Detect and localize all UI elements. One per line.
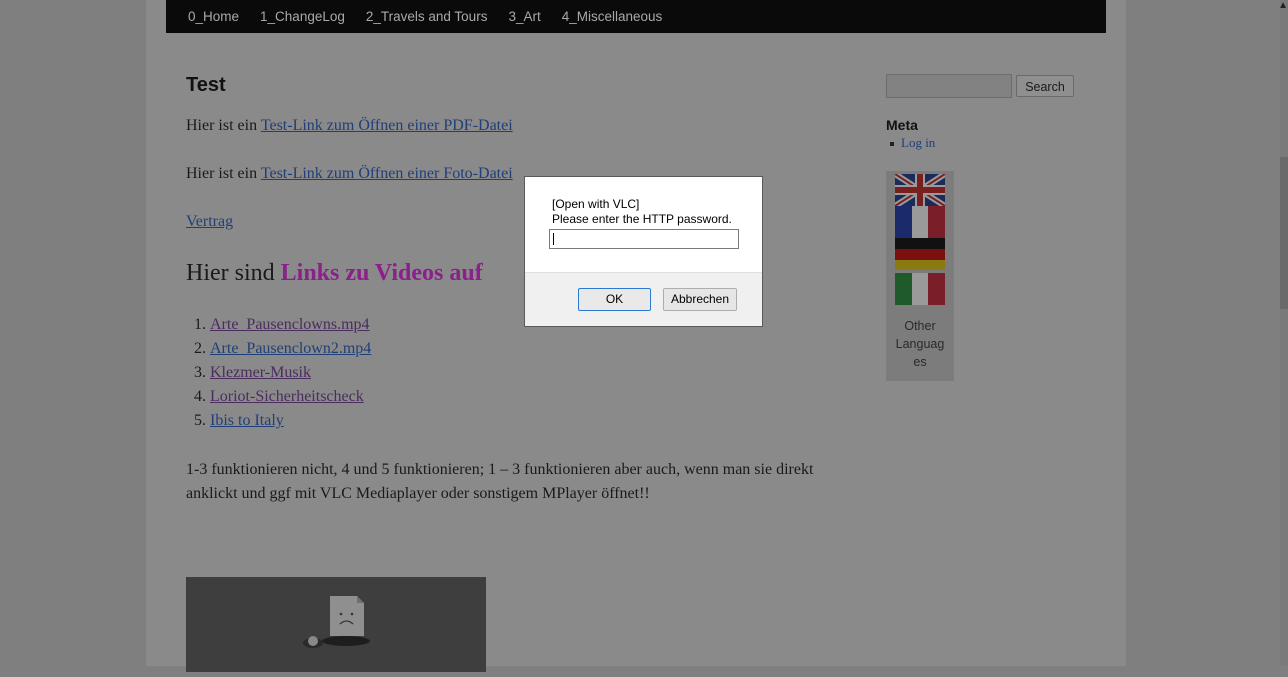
nav-item-art[interactable]: 3_Art: [508, 9, 540, 24]
italy-flag-icon[interactable]: [895, 273, 945, 305]
video-link-1[interactable]: Arte_Pausenclowns.mp4: [210, 316, 370, 333]
dialog-message: [Open with VLC] Please enter the HTTP pa…: [552, 197, 732, 227]
scrollbar-thumb[interactable]: [1280, 157, 1288, 309]
login-link[interactable]: Log in: [901, 135, 935, 150]
post-content: Test Hier ist ein Test-Link zum Öffnen e…: [186, 74, 826, 502]
password-input[interactable]: [549, 229, 739, 249]
vertrag-paragraph: Vertrag: [186, 210, 233, 234]
other-languages-line: es: [913, 355, 927, 369]
other-languages-label[interactable]: Other Languag es: [886, 317, 954, 371]
nav-item-home[interactable]: 0_Home: [188, 9, 239, 24]
http-password-dialog: [Open with VLC] Please enter the HTTP pa…: [524, 176, 763, 327]
nav-item-travels[interactable]: 2_Travels and Tours: [366, 9, 488, 24]
meta-heading: Meta: [886, 117, 918, 133]
login-item: Log in: [890, 135, 935, 151]
other-languages-line: Languag: [895, 337, 945, 351]
video-link-5[interactable]: Ibis to Italy: [210, 412, 284, 429]
note-paragraph: 1-3 funktionieren nicht, 4 und 5 funktio…: [186, 461, 814, 502]
post-title: Test: [186, 74, 226, 96]
list-item: Klezmer-Musik: [210, 361, 371, 385]
bullet-icon: [890, 142, 894, 147]
list-item: Arte_Pausenclown2.mp4: [210, 337, 371, 361]
pdf-prefix: Hier ist ein: [186, 117, 261, 134]
dialog-prompt-line: Please enter the HTTP password.: [552, 212, 732, 226]
germany-flag-icon[interactable]: [895, 238, 945, 270]
pdf-link[interactable]: Test-Link zum Öffnen einer PDF-Datei: [261, 117, 513, 134]
vertrag-link[interactable]: Vertrag: [186, 213, 233, 230]
video-player-placeholder[interactable]: [186, 577, 486, 672]
nav-item-changelog[interactable]: 1_ChangeLog: [260, 9, 345, 24]
videos-heading-prefix: Hier sind: [186, 260, 281, 286]
top-navigation: 0_Home 1_ChangeLog 2_Travels and Tours 3…: [166, 0, 1106, 33]
dialog-button-bar: OK Abbrechen: [525, 272, 762, 326]
language-box: Other Languag es: [886, 171, 954, 381]
text-caret: [553, 233, 554, 245]
scroll-up-icon[interactable]: ▲: [1278, 0, 1288, 11]
video-link-2[interactable]: Arte_Pausenclown2.mp4: [210, 340, 371, 357]
france-flag-icon[interactable]: [895, 206, 945, 238]
list-item: Ibis to Italy: [210, 409, 371, 433]
scrollbar[interactable]: [1280, 0, 1288, 666]
search-input[interactable]: [886, 74, 1012, 98]
dialog-title-line: [Open with VLC]: [552, 197, 640, 211]
list-item: Loriot-Sicherheitscheck: [210, 385, 371, 409]
photo-link[interactable]: Test-Link zum Öffnen einer Foto-Datei: [261, 165, 513, 182]
dialog-body: [Open with VLC] Please enter the HTTP pa…: [525, 177, 762, 272]
broken-file-icon: [303, 596, 370, 648]
cancel-button[interactable]: Abbrechen: [663, 288, 737, 311]
photo-prefix: Hier ist ein: [186, 165, 261, 182]
nav-item-misc[interactable]: 4_Miscellaneous: [562, 9, 663, 24]
videos-heading: Hier sind Links zu Videos auf: [186, 260, 483, 287]
ok-button[interactable]: OK: [578, 288, 651, 311]
list-item: Arte_Pausenclowns.mp4: [210, 313, 371, 337]
search-button[interactable]: Search: [1016, 75, 1074, 97]
uk-flag-icon[interactable]: [895, 174, 945, 206]
photo-paragraph: Hier ist ein Test-Link zum Öffnen einer …: [186, 162, 513, 186]
video-link-3[interactable]: Klezmer-Musik: [210, 364, 311, 381]
other-languages-line: Other: [904, 319, 936, 333]
videos-heading-link[interactable]: Links zu Videos auf: [281, 260, 483, 286]
video-link-4[interactable]: Loriot-Sicherheitscheck: [210, 388, 364, 405]
video-list: Arte_Pausenclowns.mp4 Arte_Pausenclown2.…: [186, 313, 371, 433]
pdf-paragraph: Hier ist ein Test-Link zum Öffnen einer …: [186, 114, 513, 138]
